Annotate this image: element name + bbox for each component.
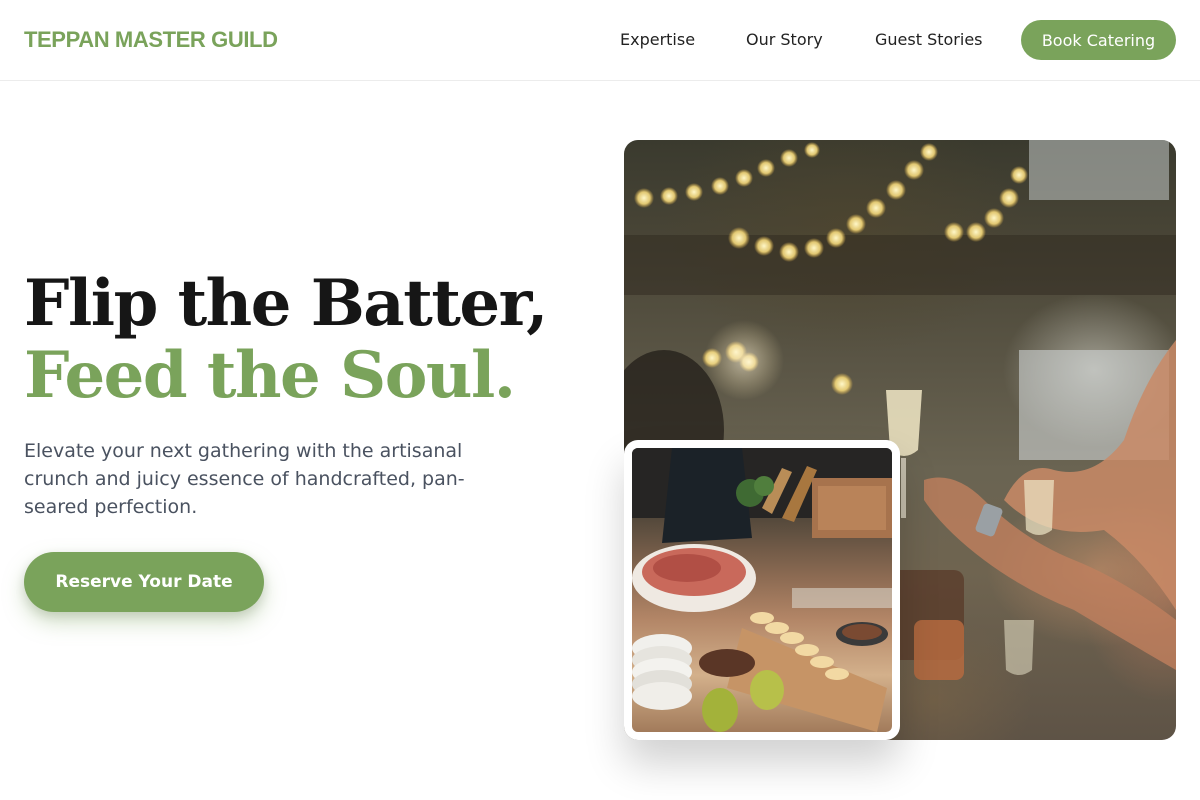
hero-headline-line1: Flip the Batter, bbox=[24, 266, 548, 341]
hero-headline-line2: Feed the Soul. bbox=[24, 338, 516, 413]
brand-logo[interactable]: TEPPAN MASTER GUILD bbox=[24, 27, 278, 53]
nav-link-our-story[interactable]: Our Story bbox=[746, 30, 823, 49]
book-catering-button[interactable]: Book Catering bbox=[1021, 20, 1176, 60]
nav-link-guest-stories[interactable]: Guest Stories bbox=[875, 30, 983, 49]
hero-headline: Flip the Batter, Feed the Soul. bbox=[24, 266, 548, 413]
reserve-date-button[interactable]: Reserve Your Date bbox=[24, 552, 264, 612]
buffet-photo-image bbox=[632, 448, 892, 732]
site-header: TEPPAN MASTER GUILD Expertise Our Story … bbox=[0, 0, 1200, 81]
buffet-photo-art bbox=[632, 448, 892, 732]
nav-link-expertise[interactable]: Expertise bbox=[620, 30, 695, 49]
hero-subcopy: Elevate your next gathering with the art… bbox=[24, 440, 465, 518]
buffet-photo bbox=[624, 440, 900, 740]
